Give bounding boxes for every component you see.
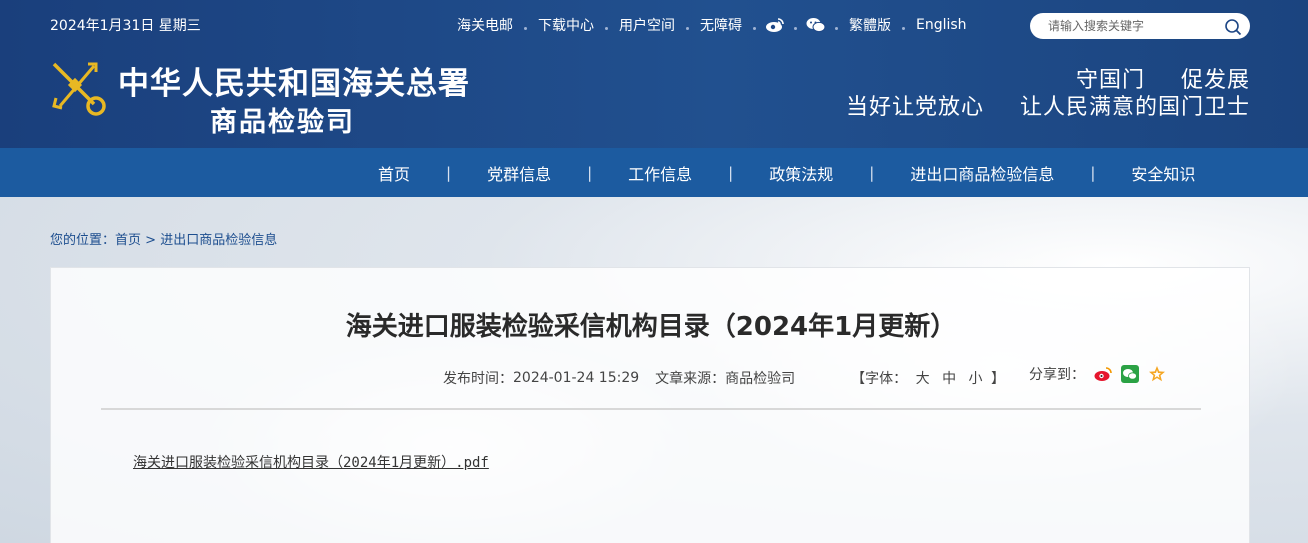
source-value: 商品检验司 bbox=[725, 371, 796, 387]
site-header: 2024年1月31日 星期三 海关电邮 下载中心 用户空间 无障碍 繁體版 En… bbox=[0, 0, 1308, 148]
share-favorite-icon[interactable] bbox=[1148, 365, 1166, 383]
breadcrumb-arrow: > bbox=[145, 233, 157, 248]
nav-item-policy[interactable]: 政策法规 bbox=[769, 161, 833, 185]
font-size-medium[interactable]: 中 bbox=[942, 371, 956, 387]
nav-separator: | bbox=[587, 163, 593, 182]
breadcrumb: 您的位置：首页 > 进出口商品检验信息 bbox=[50, 229, 277, 248]
english-link[interactable]: English bbox=[905, 17, 978, 33]
current-date: 2024年1月31日 星期三 bbox=[50, 18, 201, 34]
nav-separator: | bbox=[1090, 163, 1096, 182]
article-title: 海关进口服装检验采信机构目录（2024年1月更新） bbox=[345, 312, 957, 342]
font-size-small[interactable]: 小 bbox=[969, 371, 983, 387]
slogan-text: 当好让党放心 bbox=[845, 95, 984, 120]
search-box bbox=[1030, 13, 1250, 39]
breadcrumb-prefix: 您的位置： bbox=[50, 233, 116, 248]
slogan-line-2: 当好让党放心 让人民满意的国门卫士 bbox=[846, 89, 1250, 121]
nav-separator: | bbox=[728, 163, 734, 182]
pdf-attachment-link[interactable]: 海关进口服装检验采信机构目录（2024年1月更新）.pdf bbox=[133, 452, 489, 472]
download-center-link[interactable]: 下载中心 bbox=[527, 15, 605, 35]
publish-label: 发布时间： bbox=[443, 371, 513, 387]
content-divider bbox=[101, 408, 1201, 410]
traditional-chinese-link[interactable]: 繁體版 bbox=[838, 15, 902, 35]
article-meta: 发布时间： 2024-01-24 15:29 文章来源： 商品检验司 【字体： … bbox=[443, 368, 1005, 388]
search-icon[interactable] bbox=[1224, 18, 1242, 36]
breadcrumb-home-link[interactable]: 首页 bbox=[115, 233, 141, 248]
link-separator bbox=[753, 26, 756, 30]
weibo-icon[interactable] bbox=[765, 16, 785, 34]
site-subtitle: 商品检验司 bbox=[210, 107, 355, 138]
customs-emblem-icon bbox=[50, 60, 110, 118]
wechat-icon[interactable] bbox=[806, 16, 826, 34]
font-size-close: 】 bbox=[990, 371, 1005, 387]
nav-separator: | bbox=[446, 163, 452, 182]
nav-separator: | bbox=[869, 163, 875, 182]
search-input[interactable] bbox=[1048, 17, 1218, 35]
publish-time: 2024-01-24 15:29 bbox=[513, 370, 640, 386]
article-panel: 海关进口服装检验采信机构目录（2024年1月更新） 发布时间： 2024-01-… bbox=[50, 267, 1250, 543]
share-weibo-icon[interactable] bbox=[1094, 365, 1112, 383]
source-label: 文章来源： bbox=[655, 371, 726, 387]
user-space-link[interactable]: 用户空间 bbox=[608, 15, 686, 35]
font-size-large[interactable]: 大 bbox=[916, 371, 930, 387]
link-separator bbox=[794, 26, 797, 30]
breadcrumb-current-link[interactable]: 进出口商品检验信息 bbox=[160, 233, 277, 248]
share-label: 分享到： bbox=[1029, 367, 1085, 383]
nav-item-party-info[interactable]: 党群信息 bbox=[487, 161, 551, 185]
share-bar: 分享到： bbox=[1029, 364, 1166, 384]
nav-item-work-info[interactable]: 工作信息 bbox=[628, 161, 692, 185]
font-size-label: 【字体： bbox=[851, 371, 908, 387]
site-title: 中华人民共和国海关总署 bbox=[118, 66, 470, 102]
nav-item-inspection-info[interactable]: 进出口商品检验信息 bbox=[910, 161, 1054, 185]
font-size-control: 【字体： 大 中 小 】 bbox=[851, 368, 1005, 388]
nav-item-home[interactable]: 首页 bbox=[378, 161, 410, 185]
top-links: 海关电邮 下载中心 用户空间 无障碍 繁體版 English bbox=[446, 15, 978, 35]
slogan-text: 让人民满意的国门卫士 bbox=[1019, 95, 1250, 120]
customs-mail-link[interactable]: 海关电邮 bbox=[446, 15, 524, 35]
nav-item-safety[interactable]: 安全知识 bbox=[1131, 161, 1195, 185]
main-nav: 首页 | 党群信息 | 工作信息 | 政策法规 | 进出口商品检验信息 | 安全… bbox=[0, 148, 1308, 197]
accessibility-link[interactable]: 无障碍 bbox=[689, 15, 753, 35]
share-wechat-icon[interactable] bbox=[1121, 365, 1139, 383]
